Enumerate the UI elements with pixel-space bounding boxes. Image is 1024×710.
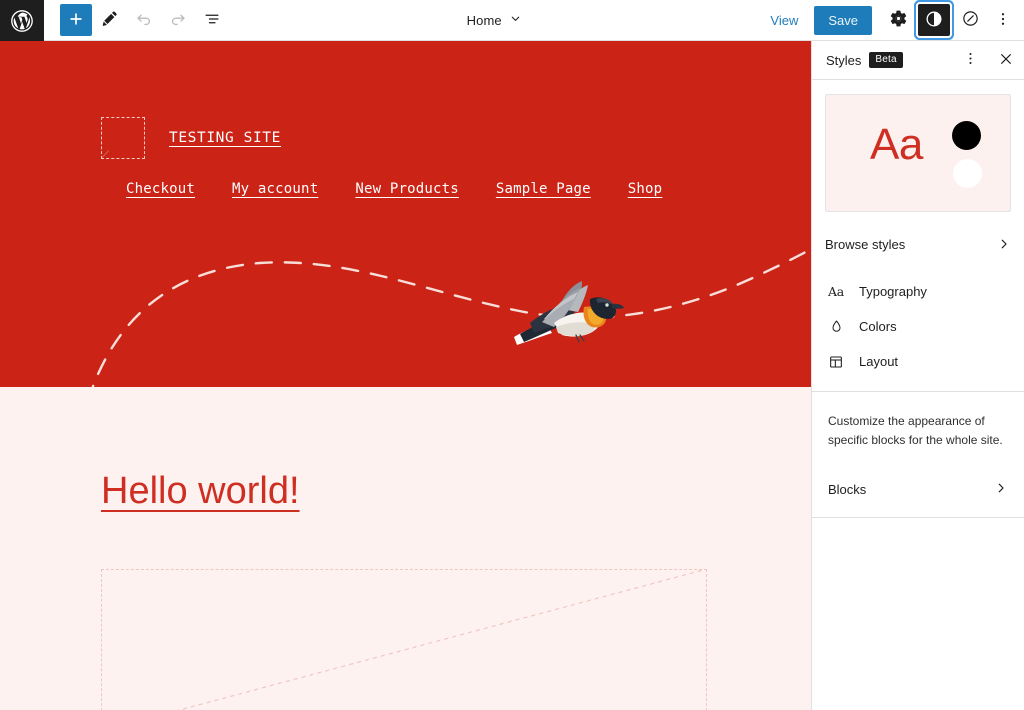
site-editor-app: Home View Save TESTING SITE Checkout My … bbox=[0, 0, 1024, 710]
styles-sidebar: Styles Beta Aa Browse styles Aa Typograp… bbox=[811, 41, 1024, 710]
wordpress-logo-icon bbox=[9, 8, 35, 34]
pencil-icon bbox=[100, 9, 120, 32]
dashed-curve-path bbox=[91, 247, 811, 387]
blocks-description: Customize the appearance of specific blo… bbox=[828, 414, 1003, 447]
chevron-down-icon bbox=[509, 12, 522, 28]
settings-button[interactable] bbox=[882, 4, 914, 36]
styles-more-menu-button[interactable] bbox=[956, 46, 984, 74]
site-branding[interactable]: TESTING SITE bbox=[101, 117, 281, 159]
beta-badge: Beta bbox=[869, 52, 903, 68]
styles-item-typography[interactable]: Aa Typography bbox=[812, 274, 1024, 309]
list-view-icon bbox=[202, 9, 222, 32]
contrast-styles-icon bbox=[924, 9, 944, 32]
add-block-button[interactable] bbox=[60, 4, 92, 36]
swatch-dark bbox=[952, 121, 981, 150]
color-droplet-icon bbox=[825, 319, 847, 334]
view-button[interactable]: View bbox=[760, 7, 808, 34]
site-title-link[interactable]: TESTING SITE bbox=[169, 130, 281, 146]
save-button[interactable]: Save bbox=[814, 5, 872, 35]
undo-button[interactable] bbox=[128, 4, 160, 36]
styles-item-label: Layout bbox=[859, 354, 899, 369]
nav-item-checkout[interactable]: Checkout bbox=[126, 181, 195, 197]
post-content-block[interactable]: Hello world! bbox=[0, 387, 811, 710]
top-bar-left-tools bbox=[44, 0, 228, 40]
close-icon bbox=[998, 51, 1014, 70]
post-title-link[interactable]: Hello world! bbox=[101, 470, 300, 513]
wordpress-logo-button[interactable] bbox=[0, 0, 44, 41]
top-bar-center: Home bbox=[228, 0, 760, 40]
blocks-row-label: Blocks bbox=[828, 481, 867, 497]
top-bar-right-tools: View Save bbox=[760, 0, 1024, 40]
editor-body: TESTING SITE Checkout My account New Pro… bbox=[0, 41, 1024, 710]
styles-item-layout[interactable]: Layout bbox=[812, 344, 1024, 379]
image-placeholder-icon[interactable] bbox=[101, 117, 145, 159]
blocks-row[interactable]: Blocks bbox=[812, 471, 1024, 507]
style-preview-card[interactable]: Aa bbox=[825, 94, 1011, 212]
more-options-button[interactable] bbox=[990, 4, 1016, 36]
document-title-dropdown[interactable]: Home bbox=[459, 8, 530, 32]
three-dots-vertical-icon bbox=[962, 50, 979, 70]
redo-button[interactable] bbox=[162, 4, 194, 36]
three-dots-vertical-icon bbox=[994, 10, 1012, 31]
flying-bird-illustration bbox=[514, 281, 624, 345]
nav-item-sample-page[interactable]: Sample Page bbox=[496, 181, 591, 197]
layout-grid-icon bbox=[825, 354, 847, 370]
swatch-light bbox=[953, 159, 982, 188]
styles-item-label: Typography bbox=[859, 284, 927, 299]
editor-top-bar: Home View Save bbox=[0, 0, 1024, 41]
image-placeholder-icon[interactable] bbox=[101, 569, 707, 710]
styles-button[interactable] bbox=[918, 4, 950, 36]
style-preview-sample-text: Aa bbox=[870, 120, 923, 169]
nav-item-my-account[interactable]: My account bbox=[232, 181, 318, 197]
styles-panel-body: Aa Browse styles Aa Typography Colors La… bbox=[812, 80, 1024, 519]
styles-item-colors[interactable]: Colors bbox=[812, 309, 1024, 344]
document-title-label: Home bbox=[466, 12, 502, 28]
browse-styles-label: Browse styles bbox=[825, 236, 906, 252]
navigation-button[interactable] bbox=[954, 4, 986, 36]
site-header-block[interactable]: TESTING SITE Checkout My account New Pro… bbox=[0, 41, 811, 387]
styles-menu-group: Aa Typography Colors Layout bbox=[812, 274, 1024, 391]
styles-panel-header: Styles Beta bbox=[812, 41, 1024, 80]
styles-panel-title: Styles bbox=[826, 52, 862, 68]
undo-icon bbox=[134, 9, 154, 32]
chevron-right-icon bbox=[994, 481, 1008, 498]
compass-slash-icon bbox=[961, 9, 980, 31]
site-navigation[interactable]: Checkout My account New Products Sample … bbox=[126, 181, 662, 197]
list-view-button[interactable] bbox=[196, 4, 228, 36]
chevron-right-icon bbox=[997, 237, 1011, 251]
nav-item-shop[interactable]: Shop bbox=[628, 181, 663, 197]
gear-icon bbox=[889, 9, 908, 31]
edit-tool-button[interactable] bbox=[94, 4, 126, 36]
nav-item-new-products[interactable]: New Products bbox=[355, 181, 459, 197]
browse-styles-row[interactable]: Browse styles bbox=[812, 226, 1024, 262]
typography-aa-icon: Aa bbox=[828, 284, 844, 299]
close-styles-panel-button[interactable] bbox=[992, 46, 1020, 74]
styles-item-label: Colors bbox=[859, 319, 897, 334]
plus-icon bbox=[67, 10, 85, 31]
site-preview-canvas[interactable]: TESTING SITE Checkout My account New Pro… bbox=[0, 41, 811, 710]
redo-icon bbox=[168, 9, 188, 32]
panel-divider bbox=[812, 517, 1024, 519]
